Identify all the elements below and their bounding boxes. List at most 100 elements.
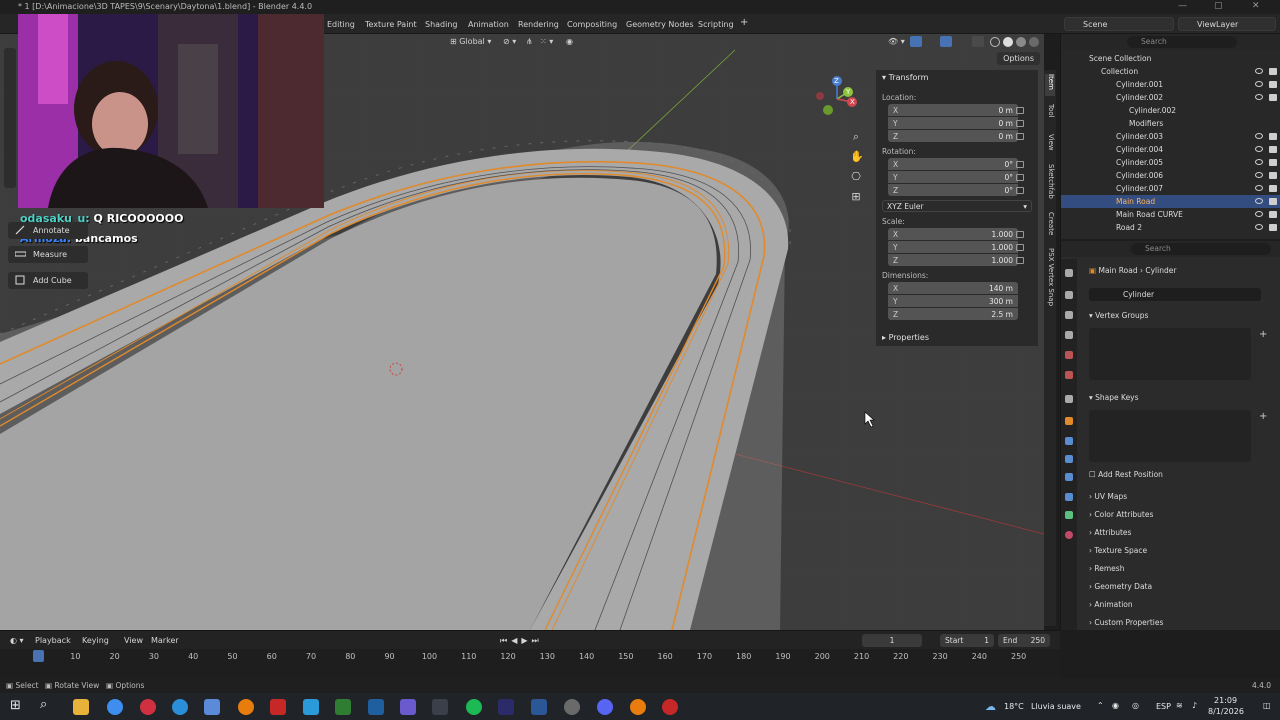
eye-icon[interactable] (1255, 146, 1263, 152)
tray-icon[interactable]: ◉ (1112, 701, 1119, 710)
outliner-row[interactable]: Cylinder.006 (1061, 169, 1280, 182)
word-icon[interactable] (531, 699, 547, 715)
tab-shading[interactable]: Shading (425, 20, 458, 29)
outliner-row[interactable]: Main Road CURVE (1061, 208, 1280, 221)
geometry-data-section[interactable]: › Geometry Data (1089, 582, 1152, 591)
transform-panel-header[interactable]: ▾ Transform (882, 73, 928, 82)
camera-icon[interactable] (1269, 224, 1277, 231)
camera-icon[interactable] (1269, 198, 1277, 205)
properties-panel-header[interactable]: ▸ Properties (882, 333, 929, 342)
opera-icon[interactable] (140, 699, 156, 715)
transform-orientation-dropdown[interactable]: ⊞ Global ▾ (450, 37, 491, 46)
dimensions-x-field[interactable]: X 140 m (888, 282, 1018, 294)
weather-temperature[interactable]: 18°C (1004, 702, 1024, 711)
lock-icon[interactable] (1016, 231, 1024, 238)
app-icon[interactable] (400, 699, 416, 715)
tool-tab-icon[interactable] (1065, 269, 1073, 277)
dimensions-y-field[interactable]: Y 300 m (888, 295, 1018, 307)
eye-icon[interactable] (1255, 211, 1263, 217)
tab-view[interactable]: View (1045, 134, 1055, 154)
add-workspace-icon[interactable]: + (740, 17, 748, 28)
gizmo-toggle-icon[interactable] (910, 36, 922, 47)
perspective-grid-icon[interactable]: ⊞ (850, 191, 862, 203)
camera-view-icon[interactable]: ⎔ (850, 171, 862, 183)
tab-editing[interactable]: Editing (327, 20, 355, 29)
tab-rendering[interactable]: Rendering (518, 20, 559, 29)
outliner-row[interactable]: Cylinder.002 (1061, 104, 1280, 117)
attributes-section[interactable]: › Attributes (1089, 528, 1131, 537)
tab-geometry-nodes[interactable]: Geometry Nodes (626, 20, 693, 29)
zoom-icon[interactable]: ⌕ (850, 131, 862, 143)
outliner-row[interactable]: Road 2 (1061, 221, 1280, 234)
animation-section[interactable]: › Animation (1089, 600, 1133, 609)
capture-app-icon[interactable] (270, 699, 286, 715)
outliner-row[interactable]: Cylinder.003 (1061, 130, 1280, 143)
eye-icon[interactable] (1255, 185, 1263, 191)
pivot-icon[interactable]: ⊘ ▾ (503, 37, 516, 46)
dimensions-z-field[interactable]: Z 2.5 m (888, 308, 1018, 320)
store-icon[interactable] (303, 699, 319, 715)
eye-icon[interactable] (1255, 172, 1263, 178)
clock-time[interactable]: 21:09 (1214, 696, 1237, 705)
camera-icon[interactable] (1269, 211, 1277, 218)
tab-item[interactable]: Item (1045, 74, 1055, 96)
viewport-options-button[interactable]: Options (997, 52, 1040, 65)
uv-maps-section[interactable]: › UV Maps (1089, 492, 1127, 501)
file-explorer-icon[interactable] (73, 699, 89, 715)
mesh-data-name-field[interactable]: Cylinder (1089, 288, 1261, 301)
tray-chevron-icon[interactable]: ⌃ (1097, 701, 1104, 710)
lock-icon[interactable] (1016, 174, 1024, 181)
add-rest-position-checkbox[interactable]: ☐ Add Rest Position (1089, 470, 1163, 479)
visibility-icon[interactable]: 👁 ▾ (888, 37, 905, 46)
rotation-z-field[interactable]: Z 0° (888, 184, 1018, 196)
color-attributes-section[interactable]: › Color Attributes (1089, 510, 1153, 519)
outliner-row[interactable]: Cylinder.001 (1061, 78, 1280, 91)
camera-icon[interactable] (1269, 94, 1277, 101)
measure-tool-button[interactable]: Measure (8, 246, 88, 263)
eye-icon[interactable] (1255, 198, 1263, 204)
playhead[interactable] (33, 650, 44, 662)
particles-tab-icon[interactable] (1065, 455, 1073, 463)
view-layer-selector[interactable]: ViewLayer (1178, 17, 1276, 31)
vertex-groups-header[interactable]: ▾ Vertex Groups (1089, 311, 1148, 320)
spotify-icon[interactable] (466, 699, 482, 715)
outliner-row[interactable]: Cylinder.002 (1061, 91, 1280, 104)
wifi-icon[interactable]: ≋ (1176, 701, 1183, 710)
camera-icon[interactable] (1269, 159, 1277, 166)
search-icon[interactable]: ⌕ (40, 697, 47, 712)
settings-icon[interactable] (564, 699, 580, 715)
outliner-row[interactable]: Scene Collection (1061, 52, 1280, 65)
volume-icon[interactable]: ♪ (1192, 701, 1197, 710)
proportional-edit-icon[interactable]: ◉ (566, 37, 573, 46)
remesh-section[interactable]: › Remesh (1089, 564, 1124, 573)
discord-icon[interactable] (597, 699, 613, 715)
edge-icon[interactable] (172, 699, 188, 715)
location-z-field[interactable]: Z 0 m (888, 130, 1018, 142)
custom-properties-section[interactable]: › Custom Properties (1089, 618, 1163, 627)
blender-icon[interactable] (238, 699, 254, 715)
pycharm-icon[interactable] (335, 699, 351, 715)
texture-space-section[interactable]: › Texture Space (1089, 546, 1147, 555)
output-tab-icon[interactable] (1065, 311, 1073, 319)
tab-sketchfab[interactable]: Sketchfab (1045, 164, 1055, 204)
rendered-shading-icon[interactable] (1029, 37, 1039, 47)
overlay-toggle-icon[interactable] (940, 36, 952, 47)
end-frame-field[interactable]: End 250 (998, 634, 1050, 647)
eye-icon[interactable] (1255, 68, 1263, 74)
location-x-field[interactable]: X 0 m (888, 104, 1018, 116)
vs-icon[interactable] (368, 699, 384, 715)
outliner-row[interactable]: Cylinder.004 (1061, 143, 1280, 156)
eye-icon[interactable] (1255, 159, 1263, 165)
vertex-groups-list[interactable] (1089, 328, 1251, 380)
lock-icon[interactable] (1016, 133, 1024, 140)
lock-icon[interactable] (1016, 107, 1024, 114)
scale-y-field[interactable]: Y 1.000 (888, 241, 1018, 253)
outliner-search-input[interactable]: Search (1127, 36, 1237, 48)
object-tab-icon[interactable] (1065, 417, 1073, 425)
camera-icon[interactable] (1269, 81, 1277, 88)
obs-icon[interactable] (662, 699, 678, 715)
annotate-tool-button[interactable]: Annotate (8, 222, 88, 239)
add-vertex-group-icon[interactable]: + (1259, 329, 1267, 340)
eye-icon[interactable] (1255, 224, 1263, 230)
render-tab-icon[interactable] (1065, 291, 1073, 299)
